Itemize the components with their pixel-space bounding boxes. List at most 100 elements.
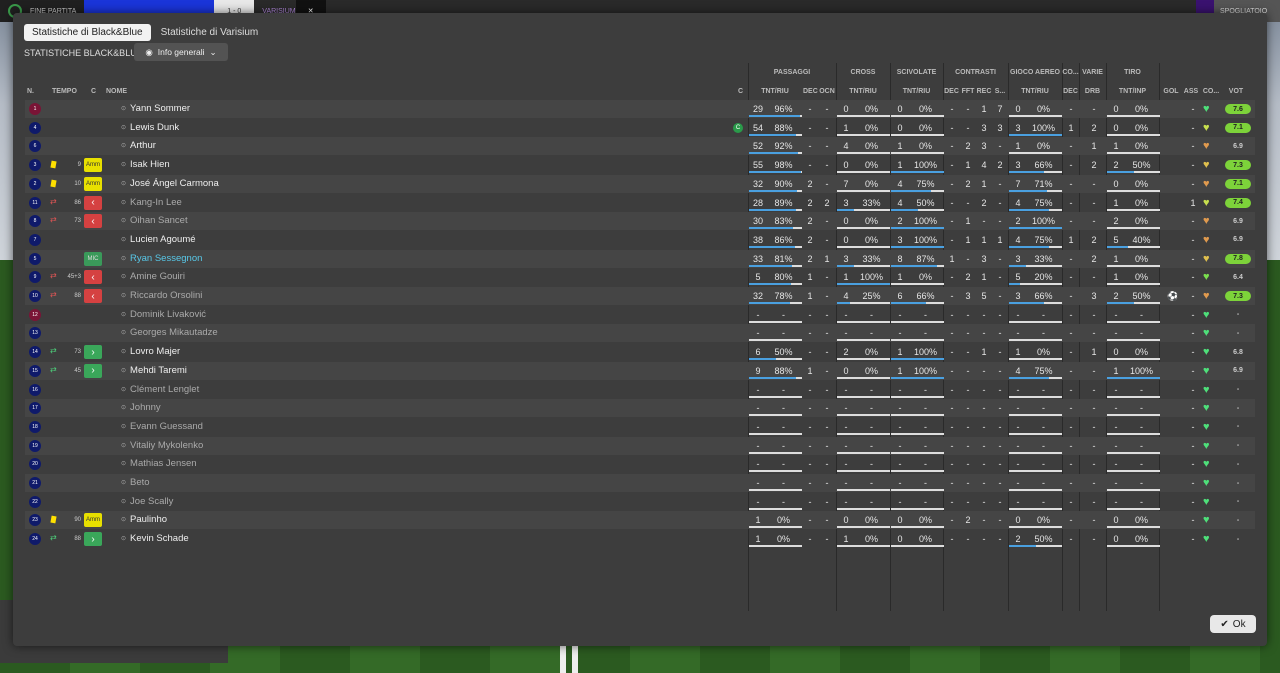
table-row[interactable]: 5MICRyan Sessegnon3381%21333%887%1-3-333… <box>25 249 1255 269</box>
table-row[interactable]: 11⇄86‹Kang-In Lee2889%22333%450%--2-475%… <box>25 194 1255 212</box>
col-tackle[interactable]: TNT/RIU <box>890 88 943 95</box>
rating-badge: - <box>1236 329 1240 337</box>
col-time[interactable]: TEMPO <box>52 88 77 95</box>
player-name[interactable]: Yann Sommer <box>121 100 190 119</box>
col-fft[interactable]: FFT <box>960 88 976 95</box>
player-name[interactable]: Mehdi Taremi <box>121 362 187 381</box>
table-row[interactable]: 210AmmJosé Ángel Carmona3290%2-70%475%-2… <box>25 174 1255 194</box>
stat-bar-fill <box>837 208 855 211</box>
table-row[interactable]: 6Arthur5292%--40%10%-23-10%-110%-♥6.9 <box>25 137 1255 156</box>
table-row[interactable]: 1Yann Sommer2996%--00%00%--1700%--00%-♥7… <box>25 100 1255 118</box>
player-name[interactable]: Oihan Sancet <box>121 212 188 231</box>
table-row[interactable]: 14⇄73›Lovro Majer650%--20%1100%--1-10%-1… <box>25 343 1255 361</box>
stat-bar <box>1107 283 1160 286</box>
rating-badge: - <box>1236 516 1240 524</box>
table-row[interactable]: 8⇄73‹Oihan Sancet3083%2-00%2100%-1--2100… <box>25 212 1255 231</box>
player-name[interactable]: Riccardo Orsolini <box>121 287 202 306</box>
col-co-dec[interactable]: DEC <box>1062 88 1079 95</box>
pass-dec: - <box>808 403 812 414</box>
player-name[interactable]: Lucien Agoumé <box>121 231 196 250</box>
stat-bar <box>837 395 890 398</box>
player-name[interactable]: Lovro Majer <box>121 343 180 362</box>
col-aerial[interactable]: TNT/RIU <box>1008 88 1062 95</box>
col-s[interactable]: S... <box>992 88 1008 95</box>
player-name[interactable]: Lewis Dunk <box>121 119 179 138</box>
contr-dec: - <box>950 403 954 414</box>
table-row[interactable]: 15⇄45›Mehdi Taremi988%1-00%1100%----475%… <box>25 361 1255 381</box>
table-row[interactable]: 22Joe Scally-------------------♥- <box>25 493 1255 511</box>
player-name[interactable]: Evann Guessand <box>121 418 203 437</box>
col-rating[interactable]: VOT <box>1223 88 1249 95</box>
table-row[interactable]: 17Johnny-------------------♥- <box>25 399 1255 418</box>
col-pass[interactable]: TNT/RIU <box>748 88 802 95</box>
player-name[interactable]: Vitaliy Mykolenko <box>121 437 203 456</box>
stat-bar <box>891 115 944 117</box>
shirt-number-badge: 1 <box>29 103 41 115</box>
table-row[interactable]: 12Dominik Livaković-------------------♥- <box>25 306 1255 324</box>
player-name[interactable]: José Ángel Carmona <box>121 175 219 194</box>
dribbles: 2 <box>1091 122 1097 133</box>
player-name[interactable]: Isak Hien <box>121 156 170 175</box>
stat-bar <box>749 432 802 435</box>
player-name[interactable]: Clément Lenglet <box>121 381 199 400</box>
player-name[interactable]: Dominik Livaković <box>121 306 206 325</box>
stat-bar <box>749 302 802 304</box>
contr-s: - <box>998 421 1002 432</box>
table-row[interactable]: 39AmmIsak Hien5598%--00%1100%-142366%-22… <box>25 156 1255 174</box>
shirt-number-badge: 7 <box>29 233 41 246</box>
player-name[interactable]: Amine Gouiri <box>121 268 185 287</box>
player-name[interactable]: Kevin Schade <box>121 530 189 549</box>
stat-bar <box>1107 432 1160 435</box>
table-row[interactable]: 24⇄88›Kevin Schade10%--10%00%----250%--0… <box>25 530 1255 548</box>
table-row[interactable]: 9⇄45+3‹Amine Gouiri580%1-1100%10%-21-520… <box>25 268 1255 286</box>
player-name[interactable]: Ryan Sessegnon <box>121 250 202 269</box>
player-name[interactable]: Kang-In Lee <box>121 194 182 213</box>
player-name[interactable]: Paulinho <box>121 511 167 530</box>
sub-in-icon: › <box>84 532 102 547</box>
table-row[interactable]: 16Clément Lenglet-------------------♥- <box>25 381 1255 399</box>
stat-bar <box>891 339 944 342</box>
role-tag: Amm <box>84 513 102 528</box>
col-number[interactable]: N. <box>27 88 34 95</box>
contr-dec: - <box>950 197 954 208</box>
table-row[interactable]: 19Vitaliy Mykolenko-------------------♥- <box>25 436 1255 456</box>
contr-rec: 2 <box>981 197 987 208</box>
col-captain[interactable]: C <box>738 88 743 95</box>
table-row[interactable]: 18Evann Guessand-------------------♥- <box>25 418 1255 436</box>
table-row[interactable]: 4Lewis DunkC5488%--10%00%--333100%1200%-… <box>25 119 1255 137</box>
player-name[interactable]: Mathias Jensen <box>121 455 197 474</box>
player-name[interactable]: Arthur <box>121 137 156 156</box>
stat-bar <box>749 283 802 286</box>
player-name[interactable]: Beto <box>121 474 150 493</box>
table-row[interactable]: 10⇄88‹Riccardo Orsolini3278%1-425%666%-3… <box>25 287 1255 305</box>
table-row[interactable]: 2390AmmPaulinho10%--00%00%-2--00%--00%-♥… <box>25 511 1255 530</box>
col-cross[interactable]: TNT/RIU <box>836 88 890 95</box>
col-name[interactable]: NOME <box>106 88 127 95</box>
contr-dec: - <box>950 384 954 395</box>
sub-on-icon: ⇄ <box>50 346 57 356</box>
stat-bar <box>1009 526 1062 529</box>
col-shots[interactable]: TNT/INP <box>1106 88 1159 95</box>
yellow-card-icon <box>50 516 57 524</box>
player-name[interactable]: Georges Mikautadze <box>121 324 218 343</box>
table-row[interactable]: 13Georges Mikautadze-------------------♥… <box>25 324 1255 343</box>
col-ocn[interactable]: OCN <box>819 88 835 95</box>
player-name[interactable]: Johnny <box>121 399 161 418</box>
col-goals[interactable]: GOL <box>1161 88 1181 95</box>
col-assists[interactable]: ASS <box>1181 88 1201 95</box>
col-drb[interactable]: DRB <box>1079 88 1106 95</box>
col-condition[interactable]: CO... <box>1201 88 1221 95</box>
ok-button[interactable]: ✔ Ok <box>1210 615 1256 633</box>
col-card[interactable]: C <box>91 88 96 95</box>
col-rec[interactable]: REC <box>976 88 992 95</box>
table-row[interactable]: 21Beto-------------------♥- <box>25 474 1255 492</box>
pass-dec: - <box>808 384 812 395</box>
table-row[interactable]: 20Mathias Jensen-------------------♥- <box>25 455 1255 473</box>
col-contr-dec[interactable]: DEC <box>943 88 960 95</box>
table-row[interactable]: 7Lucien Agoumé3886%2-00%3100%-111475%125… <box>25 231 1255 249</box>
dribbles: - <box>1092 328 1096 339</box>
stat-bar <box>749 339 802 342</box>
col-pass-dec[interactable]: DEC <box>803 88 818 95</box>
sub-off-icon: ⇄ <box>50 290 57 299</box>
player-name[interactable]: Joe Scally <box>121 493 173 512</box>
